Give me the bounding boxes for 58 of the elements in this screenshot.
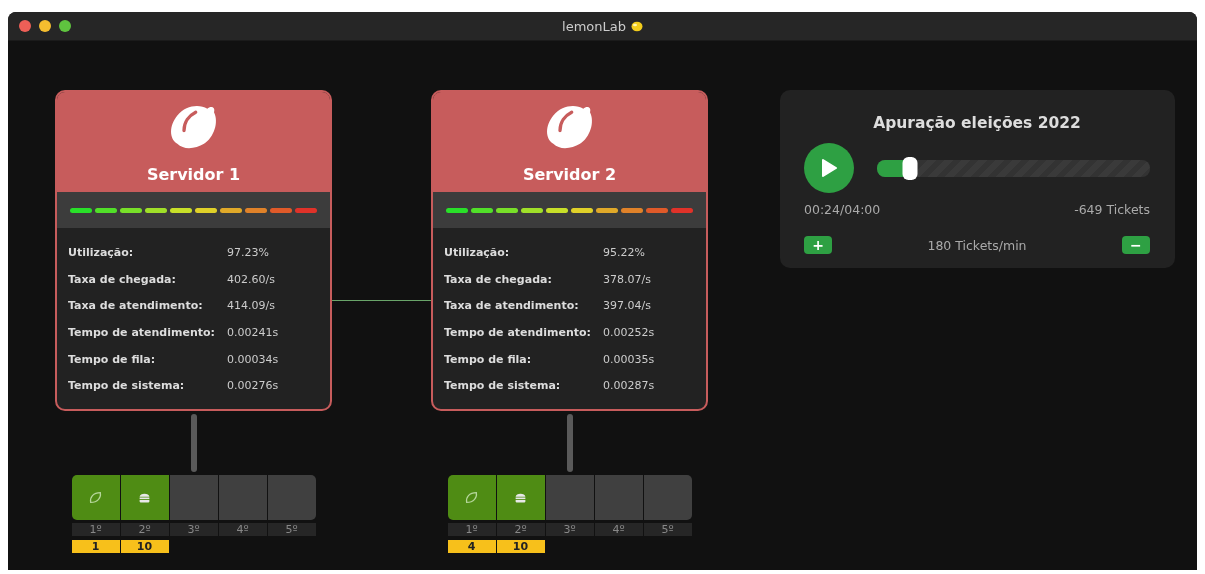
queue-position: 2º: [120, 523, 169, 537]
queue-count: 1: [71, 540, 120, 554]
lemon-icon: [630, 20, 643, 32]
leaf-icon: [465, 491, 478, 505]
stat-value: 0.00276s: [227, 378, 280, 395]
leaf-icon: [89, 491, 102, 505]
slider-thumb[interactable]: [902, 156, 918, 180]
stat-value: 402.60/s: [227, 271, 276, 288]
play-button[interactable]: [804, 143, 854, 193]
queue-position: 3º: [545, 523, 594, 537]
burger-icon: [514, 491, 527, 505]
queue-position: 4º: [594, 523, 643, 537]
stat-label: Tempo de atendimento:: [444, 324, 592, 341]
stat-value: 0.00252s: [603, 324, 656, 341]
ticket-rate: 180 Tickets/min: [927, 237, 1027, 253]
increase-button[interactable]: +: [804, 236, 832, 254]
minimize-button[interactable]: [39, 20, 51, 32]
window-title: lemonLab: [562, 18, 626, 34]
stat-label: Tempo de sistema:: [68, 378, 186, 395]
stat-label: Utilização:: [68, 244, 135, 261]
stat-label: Tempo de fila:: [444, 351, 533, 368]
burger-icon: [138, 491, 151, 505]
queue-count: 10: [120, 540, 169, 554]
stat-label: Taxa de chegada:: [68, 271, 177, 288]
stat-label: Taxa de atendimento:: [68, 298, 204, 315]
queue-count: 4: [447, 540, 496, 554]
stat-label: Taxa de atendimento:: [444, 298, 580, 315]
elapsed-time: 00:24/04:00: [804, 202, 881, 217]
queue-position: 1º: [447, 523, 496, 537]
stat-value: 378.07/s: [603, 271, 652, 288]
player-title: Apuração eleições 2022: [872, 114, 1082, 132]
stat-value: 97.23%: [227, 244, 270, 261]
stat-value: 414.09/s: [227, 298, 276, 315]
queue-position: 3º: [169, 523, 218, 537]
queue-count: 10: [496, 540, 545, 554]
close-button[interactable]: [19, 20, 31, 32]
server-name: Servidor 2: [522, 165, 617, 184]
stat-value: 0.00035s: [603, 351, 656, 368]
queue-position: 1º: [71, 523, 120, 537]
decrease-button[interactable]: −: [1122, 236, 1150, 254]
stat-value: 95.22%: [603, 244, 646, 261]
stat-label: Tempo de sistema:: [444, 378, 562, 395]
stat-value: 0.00034s: [227, 351, 280, 368]
stat-value: 397.04/s: [603, 298, 652, 315]
stat-label: Utilização:: [444, 244, 511, 261]
queue-position: 2º: [496, 523, 545, 537]
zoom-button[interactable]: [59, 20, 71, 32]
stat-label: Tempo de atendimento:: [68, 324, 216, 341]
ticket-count: -649 Tickets: [1074, 202, 1150, 217]
server-name: Servidor 1: [146, 165, 241, 184]
stat-value: 0.00287s: [603, 378, 656, 395]
stat-value: 0.00241s: [227, 324, 280, 341]
play-icon: [821, 159, 837, 177]
stat-label: Taxa de chegada:: [444, 271, 553, 288]
queue-position: 4º: [218, 523, 267, 537]
stat-label: Tempo de fila:: [68, 351, 157, 368]
queue-position: 5º: [643, 523, 692, 537]
queue-position: 5º: [267, 523, 316, 537]
